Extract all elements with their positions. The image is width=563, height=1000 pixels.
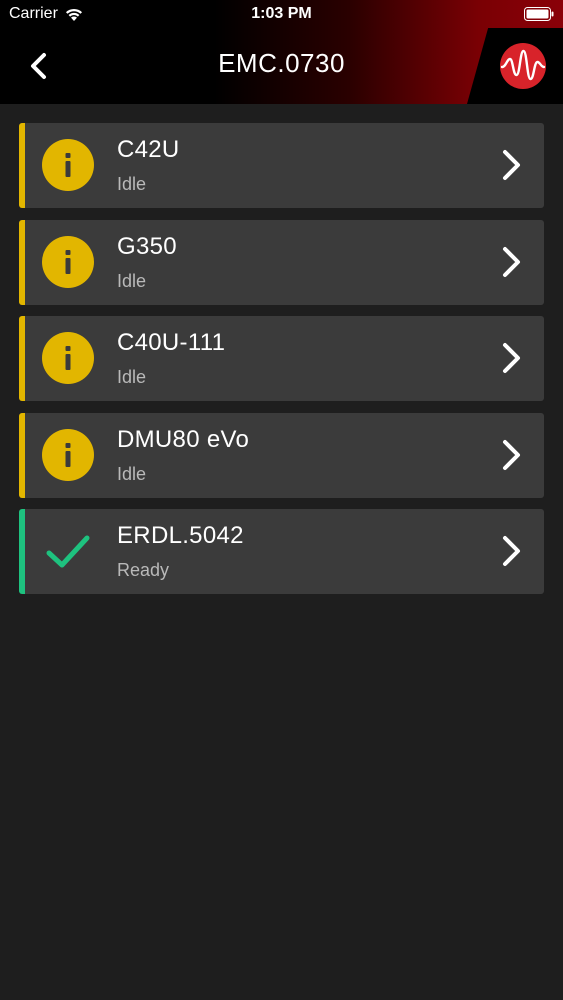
machine-name: C42U [117,136,180,163]
list-item[interactable]: C40U-111 Idle [19,316,544,401]
chevron-right-icon [503,439,520,470]
machine-name: DMU80 eVo [117,425,250,453]
list-item[interactable]: C42U Idle [19,123,544,208]
list-item[interactable]: DMU80 eVo Idle [19,412,544,498]
machine-list: C42U Idle G350 Idle C40U-111 Idle DMU80 … [19,123,544,606]
machine-name: G350 [117,232,177,260]
machine-status: Ready [117,560,170,580]
info-icon [42,235,94,288]
info-icon [42,139,94,191]
status-time: 1:03 PM [251,5,312,22]
list-item[interactable]: G350 Idle [19,219,544,305]
list-item[interactable]: ERDL.5042 Ready [19,509,544,594]
chevron-right-icon [503,150,520,180]
machine-status: Idle [117,174,147,194]
status-bar: Carrier 1:03 PM [0,0,563,30]
machine-status: Idle [117,463,147,484]
info-icon [42,428,94,481]
machine-status: Idle [117,270,147,291]
chevron-right-icon [503,536,520,566]
info-icon [42,332,94,384]
waveform-logo-icon[interactable] [499,42,547,90]
battery-icon [524,7,554,21]
check-icon [46,535,90,568]
machine-name: C40U-111 [117,329,226,356]
chevron-right-icon [503,246,520,277]
machine-name: ERDL.5042 [117,522,244,549]
header: Carrier 1:03 PM EMC.0730 [0,0,563,104]
chevron-right-icon [503,343,520,373]
machine-status: Idle [117,367,147,387]
